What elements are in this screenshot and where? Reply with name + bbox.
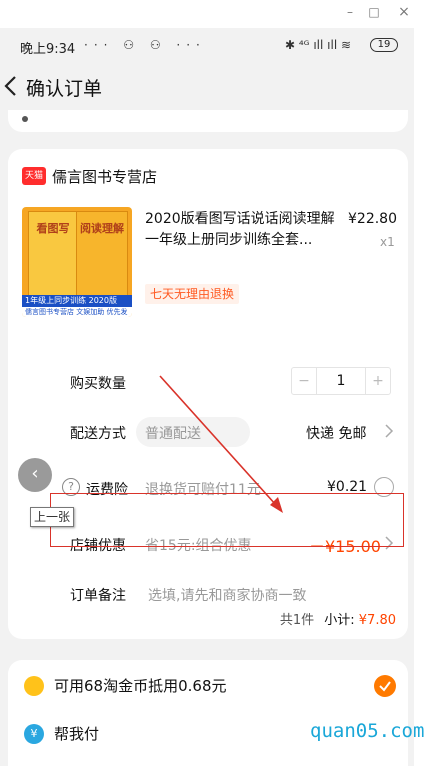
product-price: ¥22.80 <box>348 211 397 227</box>
cover-ribbon: 1年级上同步训练 2020版 <box>22 295 132 307</box>
maximize-button[interactable]: □ <box>364 4 384 20</box>
phone-screen: 晚上9:34 ··· ⚇ ⚇ ··· ✱ ⁴ᴳ ıll ıll ≋ 19 确认订… <box>0 28 414 766</box>
subtotal-value: ¥7.80 <box>358 613 396 628</box>
subtotal-count: 共1件 <box>279 613 315 628</box>
book-cover: 看图写 <box>28 211 78 297</box>
delivery-row[interactable]: 配送方式 普通配送 快递 免邮 <box>8 417 408 447</box>
checkmark-icon[interactable] <box>374 675 396 697</box>
quantity-input[interactable]: 1 <box>316 368 366 394</box>
cover-title: 看图写 <box>36 222 70 235</box>
help-pay-icon: ¥ <box>24 724 44 744</box>
remark-label: 订单备注 <box>70 588 126 604</box>
previous-image-button[interactable]: ‹ <box>18 458 52 492</box>
quantity-label: 购买数量 <box>70 376 126 392</box>
coin-discount-label: 可用68淘金币抵用0.68元 <box>54 677 227 695</box>
remark-row: 订单备注 选填,请先和商家协商一致 <box>8 579 408 609</box>
signal-icons: ✱ ⁴ᴳ ıll ıll ≋ <box>285 38 352 52</box>
quantity-row: 购买数量 − 1 + <box>8 367 408 397</box>
shop-name[interactable]: 儒言图书专营店 <box>52 166 157 187</box>
decrease-button[interactable]: − <box>292 368 316 394</box>
status-time: 晚上9:34 <box>20 42 76 57</box>
status-bar: 晚上9:34 ··· ⚇ ⚇ ··· ✱ ⁴ᴳ ıll ıll ≋ 19 <box>0 28 414 62</box>
coin-icon <box>24 676 44 696</box>
delivery-value: 快递 免邮 <box>306 426 367 442</box>
battery-icon: 19 <box>370 38 398 52</box>
window-chrome: – □ × <box>0 0 424 28</box>
delivery-option: 普通配送 <box>145 426 201 442</box>
product-quantity: x1 <box>380 235 395 249</box>
chevron-right-icon <box>385 424 394 438</box>
annotation-highlight-box <box>50 493 404 547</box>
close-button[interactable]: × <box>394 4 414 20</box>
quantity-stepper: − 1 + <box>291 367 391 395</box>
back-arrow-icon[interactable] <box>2 72 22 100</box>
subtotal-label: 小计: <box>324 613 355 628</box>
notification-icons: ··· ⚇ ⚇ ··· <box>84 38 206 52</box>
payment-options-card: 可用68淘金币抵用0.68元 ¥ 帮我付 <box>8 660 408 766</box>
watermark: quan05.com <box>310 720 424 742</box>
increase-button[interactable]: + <box>366 368 390 394</box>
subtotal: 共1件 小计: ¥7.80 <box>280 609 396 628</box>
bullet-icon <box>22 116 28 122</box>
nav-bar: 确认订单 <box>0 62 414 110</box>
tmall-logo-icon: 天猫 <box>22 167 46 185</box>
product-title[interactable]: 2020版看图写话说话阅读理解一年级上册同步训练全套... <box>145 209 340 251</box>
help-pay-label[interactable]: 帮我付 <box>54 723 99 744</box>
delivery-label: 配送方式 <box>70 426 126 442</box>
address-card-bottom <box>8 110 408 132</box>
return-policy-tag: 七天无理由退换 <box>145 284 240 304</box>
remark-input[interactable]: 选填,请先和商家协商一致 <box>148 585 306 605</box>
minimize-button[interactable]: – <box>340 4 360 20</box>
tooltip: 上一张 <box>30 507 75 527</box>
order-card: 天猫 儒言图书专营店 看图写 阅读理解 1年级上同步训练 2020版 儒言图书专… <box>8 149 408 639</box>
cover-title: 阅读理解 <box>80 222 124 235</box>
product-image[interactable]: 看图写 阅读理解 1年级上同步训练 2020版 儒言图书专营店 文娱加助 优先发… <box>22 207 132 317</box>
book-cover: 阅读理解 <box>76 211 128 297</box>
cover-store: 儒言图书专营店 文娱加助 优先发货 <box>22 307 132 317</box>
page-title: 确认订单 <box>26 78 103 100</box>
